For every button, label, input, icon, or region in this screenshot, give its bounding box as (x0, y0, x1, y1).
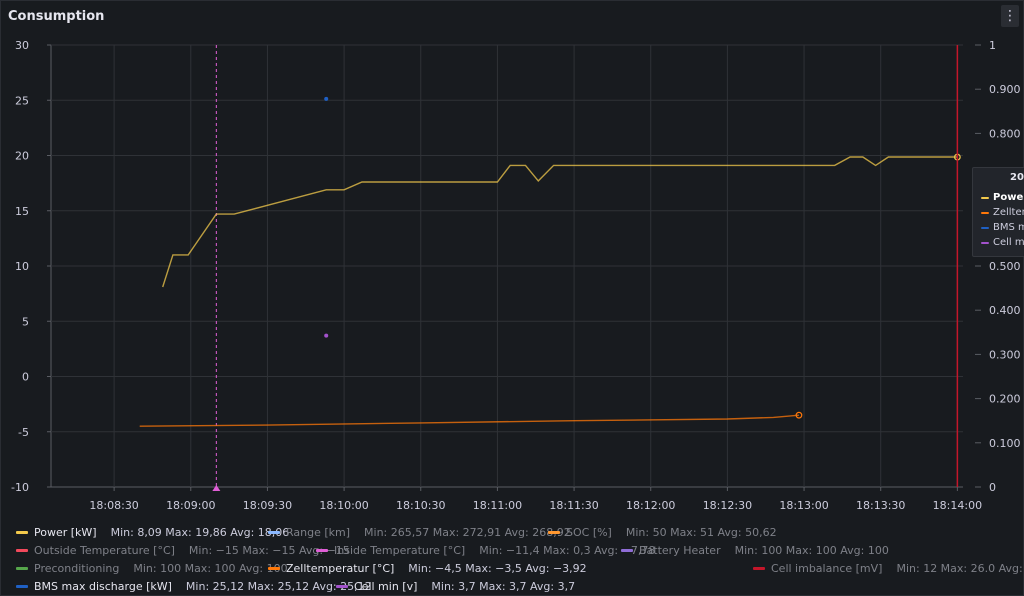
hover-tooltip: 202 Power Zelltem BMS m Cell mi (972, 167, 1024, 257)
tooltip-header: 202 (1010, 172, 1024, 183)
y-left-tick-2: 20 (15, 150, 29, 163)
tooltip-label: Power (993, 192, 1024, 203)
x-tick-3: 18:10:00 (319, 499, 368, 512)
legend-stats: Min: 265,57 Max: 272,91 Avg: 268,92 (364, 526, 571, 539)
y-left-tick-0: 30 (15, 39, 29, 52)
chart-svg: 302520151050-5-1010.9000.8000.7000.6000.… (11, 39, 1021, 512)
legend-stats: Min: −4,5 Max: −3,5 Avg: −3,92 (408, 562, 587, 575)
legend-swatch (16, 567, 28, 570)
consumption-panel: Consumption ⋮ 30 25 20 15 10 5 0 -5 -10 1 0.900 0.8… (0, 0, 1024, 596)
x-tick-8: 18:12:30 (703, 499, 752, 512)
x-tick-1: 18:09:00 (166, 499, 215, 512)
y-left-tick-7: -5 (18, 426, 29, 439)
tooltip-row: Power (981, 192, 1024, 203)
legend-item-6[interactable]: Preconditioning Min: 100 Max: 100 Avg: 10… (16, 562, 288, 575)
legend-item-8[interactable]: Cell imbalance [mV] Min: 12 Max: 26.0 Avg… (753, 562, 1024, 575)
y-right-tick-9: 0.100 (989, 437, 1021, 450)
y-right-tick-1: 0.900 (989, 83, 1021, 96)
x-tick-6: 18:11:30 (549, 499, 598, 512)
legend-stats: Min: 12 Max: 26.0 Avg: 22.8 (896, 562, 1024, 575)
legend-swatch (268, 531, 280, 534)
legend-stats: Min: 50 Max: 51 Avg: 50,62 (625, 526, 777, 539)
legend-swatch (336, 585, 348, 588)
legend-item-0[interactable]: Power [kW] Min: 8,09 Max: 19,86 Avg: 18,0… (16, 526, 289, 539)
series-power-kw-line (162, 156, 958, 288)
legend-swatch (548, 531, 560, 534)
legend-swatch (16, 531, 28, 534)
x-tick-7: 18:12:00 (626, 499, 675, 512)
legend-item-4[interactable]: Inside Temperature [°C] Min: −11,4 Max: 0… (316, 544, 655, 557)
tooltip-label: BMS m (993, 222, 1024, 233)
legend-item-7[interactable]: Zelltemperatur [°C] Min: −4,5 Max: −3,5 A… (268, 562, 587, 575)
y-left-tick-6: 0 (22, 371, 29, 384)
legend-label: Power [kW] (34, 526, 97, 539)
crosshair-marker (212, 485, 221, 491)
legend-swatch (268, 567, 280, 570)
legend-item-9[interactable]: BMS max discharge [kW] Min: 25,12 Max: 25… (16, 580, 372, 593)
y-right-tick-6: 0.400 (989, 304, 1021, 317)
legend-item-2[interactable]: SOC [%] Min: 50 Max: 51 Avg: 50,62 (548, 526, 777, 539)
x-tick-4: 18:10:30 (396, 499, 445, 512)
legend-item-10[interactable]: Cell min [v] Min: 3,7 Max: 3,7 Avg: 3,7 (336, 580, 575, 593)
series-bms-max-discharge-kw-point (324, 96, 329, 101)
x-tick-11: 18:14:00 (933, 499, 982, 512)
tooltip-label: Cell mi (993, 237, 1024, 248)
legend-label: Outside Temperature [°C] (34, 544, 175, 557)
legend-label: Preconditioning (34, 562, 120, 575)
x-tick-10: 18:13:30 (856, 499, 905, 512)
legend-swatch (753, 567, 765, 570)
legend-stats: Min: 100 Max: 100 Avg: 100 (734, 544, 889, 557)
legend-item-3[interactable]: Outside Temperature [°C] Min: −15 Max: −1… (16, 544, 350, 557)
tooltip-swatch (981, 226, 989, 229)
x-tick-0: 18:08:30 (89, 499, 138, 512)
x-tick-2: 18:09:30 (243, 499, 292, 512)
tooltip-row: Cell mi (981, 237, 1024, 248)
legend-label: Inside Temperature [°C] (334, 544, 466, 557)
x-tick-9: 18:13:00 (779, 499, 828, 512)
series-zelltemperatur-c-line (139, 414, 799, 427)
y-left-tick-5: 5 (22, 315, 29, 328)
legend-label: Cell min [v] (354, 580, 418, 593)
legend-label: Zelltemperatur [°C] (286, 562, 395, 575)
legend-item-1[interactable]: Range [km] Min: 265,57 Max: 272,91 Avg: 2… (268, 526, 571, 539)
y-left-tick-1: 25 (15, 94, 29, 107)
y-left-tick-3: 15 (15, 205, 29, 218)
y-right-tick-2: 0.800 (989, 127, 1021, 140)
y-right-tick-0: 1 (989, 39, 996, 52)
tooltip-row: Zelltem (981, 207, 1024, 218)
y-left-tick-4: 10 (15, 260, 29, 273)
legend-stats: Min: 8,09 Max: 19,86 Avg: 18,06 (110, 526, 290, 539)
series-cell-min-v-point (324, 333, 329, 338)
legend-stats: Min: 3,7 Max: 3,7 Avg: 3,7 (431, 580, 576, 593)
legend-label: SOC [%] (566, 526, 612, 539)
legend-item-5[interactable]: Battery Heater Min: 100 Max: 100 Avg: 100 (621, 544, 889, 557)
tooltip-swatch (981, 241, 989, 244)
legend-swatch (316, 549, 328, 552)
legend: Power [kW] Min: 8,09 Max: 19,86 Avg: 18,0… (1, 516, 1024, 596)
legend-label: BMS max discharge [kW] (34, 580, 172, 593)
y-right-tick-5: 0.500 (989, 260, 1021, 273)
legend-swatch (621, 549, 633, 552)
tooltip-swatch (981, 196, 989, 199)
legend-stats: Min: 100 Max: 100 Avg: 100 (133, 562, 288, 575)
y-right-tick-10: 0 (989, 481, 996, 494)
legend-swatch (16, 585, 28, 588)
legend-label: Range [km] (286, 526, 351, 539)
y-right-tick-8: 0.200 (989, 393, 1021, 406)
y-left-tick-8: -10 (11, 481, 29, 494)
legend-label: Battery Heater (639, 544, 721, 557)
x-tick-5: 18:11:00 (473, 499, 522, 512)
legend-label: Cell imbalance [mV] (771, 562, 883, 575)
legend-swatch (16, 549, 28, 552)
tooltip-label: Zelltem (993, 207, 1024, 218)
tooltip-swatch (981, 211, 989, 214)
y-right-tick-7: 0.300 (989, 348, 1021, 361)
tooltip-row: BMS m (981, 222, 1024, 233)
